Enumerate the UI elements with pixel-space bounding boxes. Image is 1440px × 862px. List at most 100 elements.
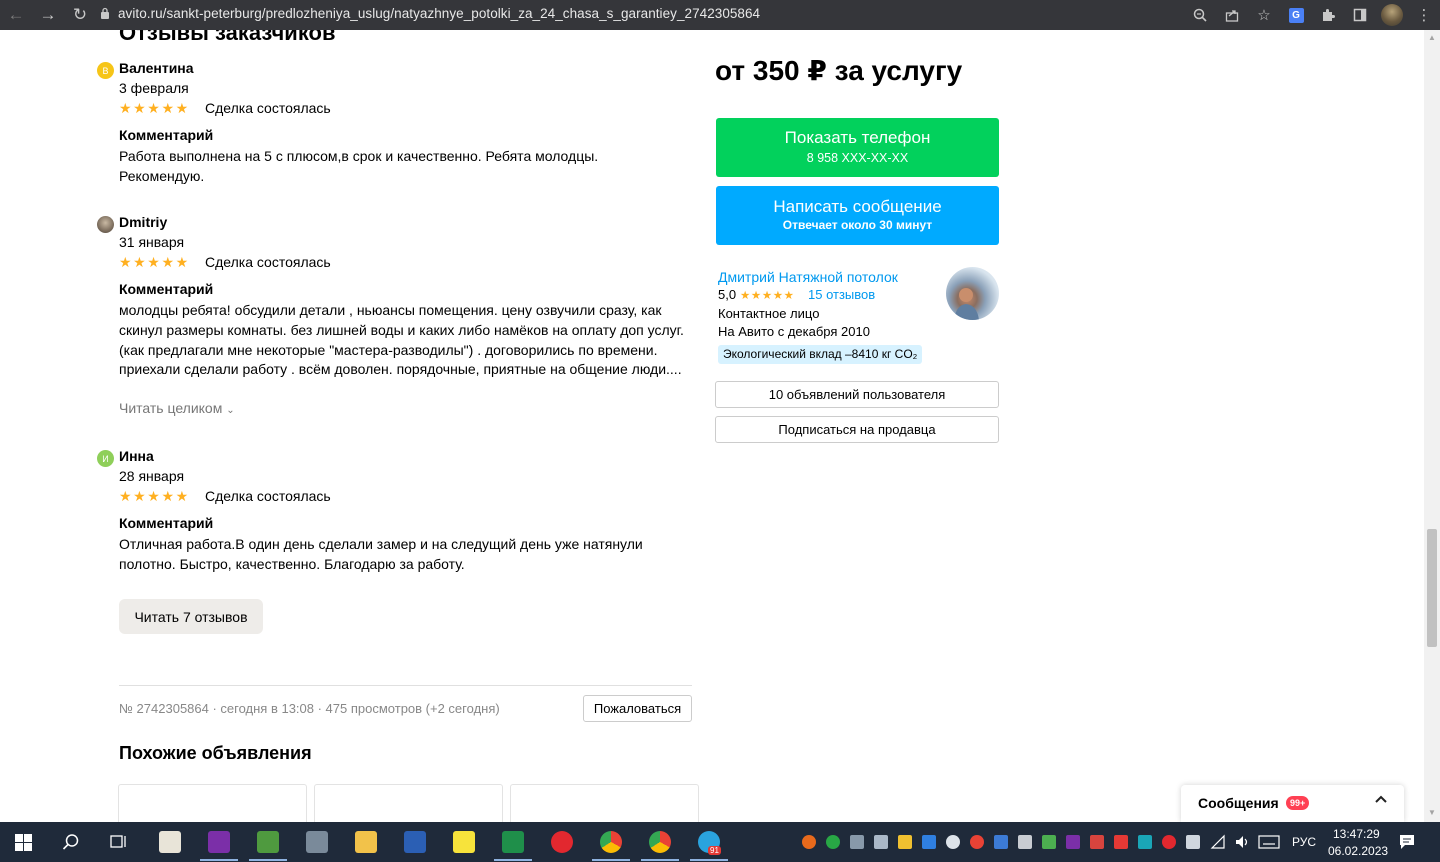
seller-stars-icon: ★★★★★ [740, 290, 795, 302]
search-icon[interactable] [62, 833, 80, 856]
review-text: Работа выполнена на 5 с плюсом,в срок и … [119, 148, 599, 184]
extensions-puzzle-icon[interactable] [1312, 0, 1344, 30]
clock-date[interactable]: 06.02.2023 [1328, 844, 1388, 858]
messages-label: Сообщения [1198, 795, 1279, 811]
reviewer-name: Dmitriy [119, 214, 168, 230]
phone-masked: 8 958 XXX-XX-XX [806, 151, 909, 165]
review-text: молодцы ребята! обсудили детали , ньюанс… [119, 302, 684, 378]
app-icon[interactable] [306, 831, 328, 853]
tray-app-icon[interactable] [1138, 835, 1152, 849]
reviewer-avatar: И [97, 450, 114, 467]
windows-taskbar: 91 РУС 13:47:29 06.02.2023 [0, 822, 1440, 862]
eco-contribution-badge[interactable]: Экологический вклад –8410 кг CO₂ [718, 345, 923, 364]
word-app-icon[interactable] [404, 831, 426, 853]
write-message-button[interactable]: Написать сообщение Отвечает около 30 мин… [716, 186, 999, 245]
active-indicator [641, 859, 679, 861]
back-arrow-icon[interactable]: ← [0, 0, 32, 30]
similar-ad-card[interactable] [314, 784, 503, 822]
show-phone-button[interactable]: Показать телефон 8 958 XXX-XX-XX [716, 118, 999, 177]
seller-name-link[interactable]: Дмитрий Натяжной потолок [718, 269, 898, 285]
reload-icon[interactable]: ↻ [64, 0, 96, 30]
scroll-up-icon[interactable]: ▲ [1428, 33, 1436, 42]
sticky-notes-icon[interactable] [453, 831, 475, 853]
wifi-icon[interactable] [1210, 834, 1226, 855]
tray-app-icon[interactable] [1090, 835, 1104, 849]
side-panel-icon[interactable] [1344, 0, 1376, 30]
chrome-app-icon[interactable] [649, 831, 671, 853]
reviews-section-title: Отзывы заказчиков [119, 30, 336, 45]
tray-onenote-icon[interactable] [1066, 835, 1080, 849]
chevron-down-icon: ⌄ [226, 405, 235, 416]
notebook-app-icon[interactable] [257, 831, 279, 853]
telegram-badge: 91 [708, 846, 721, 855]
comment-label: Комментарий [119, 515, 214, 531]
menu-kebab-icon[interactable]: ⋮ [1408, 0, 1440, 30]
app-icon[interactable] [551, 831, 573, 853]
battery-icon[interactable] [1186, 835, 1200, 849]
reviewer-avatar [97, 216, 114, 233]
tray-app-icon[interactable] [994, 835, 1008, 849]
similar-ads-title: Похожие объявления [119, 743, 312, 763]
complain-button[interactable]: Пожаловаться [583, 695, 692, 722]
active-indicator [249, 859, 287, 861]
tray-app-icon[interactable] [922, 835, 936, 849]
user-ads-button[interactable]: 10 объявлений пользователя [715, 381, 999, 408]
clock-time[interactable]: 13:47:29 [1333, 827, 1380, 841]
profile-avatar[interactable] [1376, 0, 1408, 30]
input-language[interactable]: РУС [1292, 835, 1316, 849]
write-message-label: Написать сообщение [773, 197, 942, 216]
seller-rating: 5,0 [718, 287, 737, 302]
forward-arrow-icon[interactable]: → [32, 0, 64, 30]
tray-app-icon[interactable] [946, 835, 960, 849]
messages-widget[interactable]: Сообщения 99+ [1181, 785, 1404, 822]
show-phone-label: Показать телефон [784, 128, 931, 147]
file-explorer-icon[interactable] [355, 831, 377, 853]
similar-ad-card[interactable] [118, 784, 307, 822]
tray-app-icon[interactable] [1114, 835, 1128, 849]
tray-app-icon[interactable] [898, 835, 912, 849]
tray-shield-icon[interactable] [826, 835, 840, 849]
chrome-app-icon[interactable] [600, 831, 622, 853]
zoom-icon[interactable] [1184, 0, 1216, 30]
review-date: 3 февраля [119, 80, 189, 96]
reviewer-avatar: В [97, 62, 114, 79]
active-indicator [494, 859, 532, 861]
tray-app-icon[interactable] [970, 835, 984, 849]
subscribe-seller-button[interactable]: Подписаться на продавца [715, 416, 999, 443]
read-more-link[interactable]: Читать целиком ⌄ [119, 400, 235, 416]
url-text: avito.ru/sankt-peterburg/predlozheniya_u… [118, 6, 761, 21]
notepad-app-icon[interactable] [159, 831, 181, 853]
notifications-icon[interactable] [1399, 834, 1415, 855]
tray-app-icon[interactable] [874, 835, 888, 849]
tray-app-icon[interactable] [802, 835, 816, 849]
task-view-icon[interactable] [110, 834, 128, 855]
volume-icon[interactable] [1234, 834, 1250, 855]
review-text: Отличная работа.В один день сделали заме… [119, 536, 643, 572]
seller-avatar[interactable] [946, 267, 999, 320]
excel-app-icon[interactable] [502, 831, 524, 853]
unread-badge: 99+ [1286, 796, 1310, 810]
tray-app-icon[interactable] [850, 835, 864, 849]
seller-reviews-link[interactable]: 15 отзывов [808, 287, 875, 302]
active-indicator [690, 859, 728, 861]
scroll-down-icon[interactable]: ▼ [1428, 808, 1436, 817]
chevron-up-icon[interactable] [1374, 792, 1388, 811]
windows-start-icon[interactable] [15, 834, 32, 856]
address-bar[interactable]: avito.ru/sankt-peterburg/predlozheniya_u… [101, 6, 761, 21]
google-translate-icon[interactable]: G [1280, 0, 1312, 30]
comment-label: Комментарий [119, 127, 214, 143]
onenote-app-icon[interactable] [208, 831, 230, 853]
scrollbar-thumb[interactable] [1427, 529, 1437, 647]
rating-stars-icon: ★★★★★ [119, 254, 190, 270]
tray-app-icon[interactable] [1042, 835, 1056, 849]
bookmark-star-icon[interactable]: ☆ [1248, 0, 1280, 30]
tray-app-icon[interactable] [1018, 835, 1032, 849]
reviewer-name: Инна [119, 448, 154, 464]
page-scrollbar[interactable]: ▲ ▼ [1424, 30, 1440, 822]
read-all-reviews-button[interactable]: Читать 7 отзывов [119, 599, 263, 634]
browser-toolbar: ← → ↻ avito.ru/sankt-peterburg/predlozhe… [0, 0, 1440, 30]
share-icon[interactable] [1216, 0, 1248, 30]
tray-app-icon[interactable] [1162, 835, 1176, 849]
keyboard-icon[interactable] [1258, 835, 1280, 854]
similar-ad-card[interactable] [510, 784, 699, 822]
